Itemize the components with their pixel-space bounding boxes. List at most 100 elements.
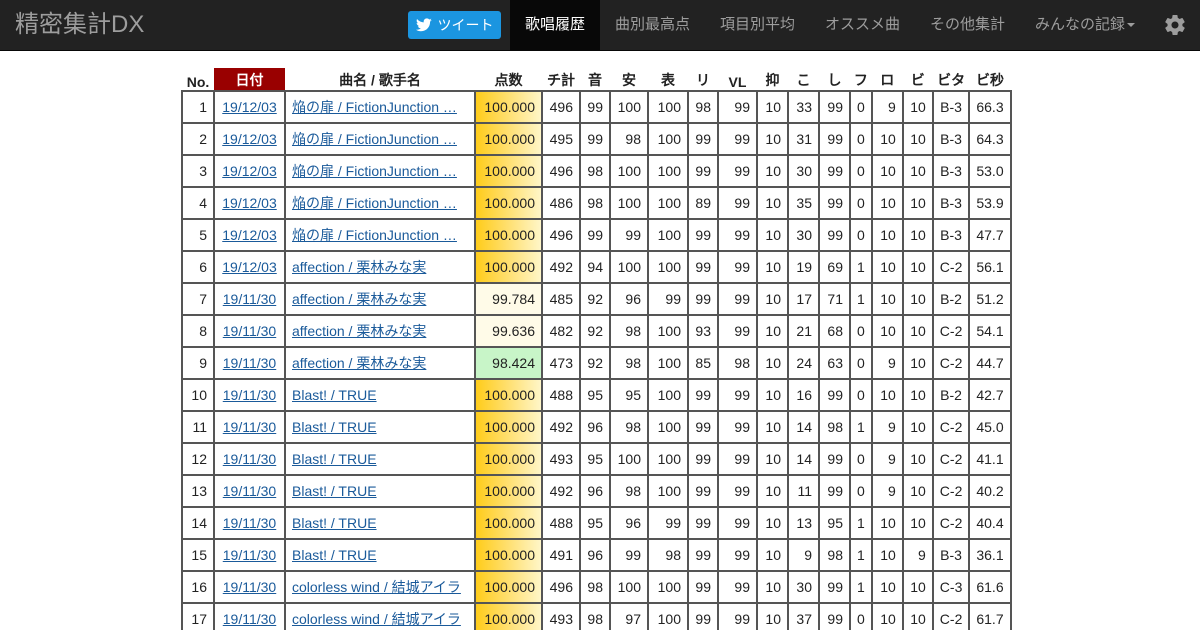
nav-everyone-records-dropdown[interactable]: みんなの記録 [1020,0,1150,50]
date-link[interactable]: 19/11/30 [223,419,276,435]
cell-song: Blast! / TRUE [284,474,476,508]
brand-logo[interactable]: 精密集計DX [15,11,144,39]
header-kobushi[interactable]: こ [788,68,819,91]
song-link[interactable]: affection / 栗林みな実 [292,259,426,275]
cell-no: 14 [181,506,215,540]
cell-vibrato-seconds: 64.3 [968,122,1012,156]
cell-fall: 0 [849,218,873,252]
cell-suppression: 10 [756,602,789,630]
date-link[interactable]: 19/11/30 [223,611,276,627]
song-link[interactable]: 焔の扉 / FictionJunction … [292,227,457,243]
cell-shakuri: 68 [818,314,851,348]
date-link[interactable]: 19/11/30 [223,451,276,467]
song-link[interactable]: 焔の扉 / FictionJunction … [292,131,457,147]
cell-stability: 100 [609,250,649,284]
cell-shakuri: 99 [818,378,851,412]
cell-rhythm: 99 [687,378,719,412]
song-link[interactable]: 焔の扉 / FictionJunction … [292,195,457,211]
header-rhythm[interactable]: リ [688,68,718,91]
cell-song: affection / 栗林みな実 [284,282,476,316]
nav-recommended[interactable]: オススメ曲 [810,0,915,50]
cell-kobushi: 30 [787,218,820,252]
date-link[interactable]: 19/12/03 [222,99,277,115]
cell-song: affection / 栗林みな実 [284,346,476,380]
cell-vibrato-type: B-3 [931,186,971,220]
song-link[interactable]: Blast! / TRUE [292,483,377,499]
tweet-button[interactable]: ツイート [408,11,501,39]
header-score[interactable]: 点数 [475,68,542,91]
song-link[interactable]: colorless wind / 結城アイラ [292,611,461,627]
cell-score: 100.000 [474,602,543,630]
date-link[interactable]: 19/12/03 [222,227,277,243]
cell-no: 4 [181,186,215,220]
date-link[interactable]: 19/11/30 [223,579,276,595]
cell-fall: 0 [849,154,873,188]
cell-pitch: 96 [579,410,611,444]
date-link[interactable]: 19/12/03 [222,259,277,275]
header-pitch[interactable]: 音 [580,68,610,91]
song-link[interactable]: Blast! / TRUE [292,547,377,563]
cell-song: Blast! / TRUE [284,538,476,572]
nav-other-stats[interactable]: その他集計 [915,0,1020,50]
cell-chart-total: 482 [541,314,581,348]
song-link[interactable]: Blast! / TRUE [292,451,377,467]
table-row: 5 19/12/03 焔の扉 / FictionJunction … 100.000 4… [181,218,1012,252]
cell-stability: 98 [609,122,649,156]
song-link[interactable]: affection / 栗林みな実 [292,355,426,371]
cell-vibrato: 10 [901,186,934,220]
song-link[interactable]: 焔の扉 / FictionJunction … [292,163,457,179]
header-shakuri[interactable]: し [819,68,850,91]
header-vibrato-type[interactable]: ビタ [933,68,970,91]
cell-pitch: 96 [579,474,611,508]
date-link[interactable]: 19/12/03 [222,195,277,211]
header-song[interactable]: 曲名 / 歌手名 [285,68,475,91]
header-vibrato[interactable]: ビ [903,68,933,91]
header-date[interactable]: 日付 [214,68,285,91]
cell-stability: 98 [609,410,649,444]
date-link[interactable]: 19/11/30 [223,355,276,371]
cell-chart-total: 493 [541,442,581,476]
date-link[interactable]: 19/11/30 [223,291,276,307]
song-link[interactable]: colorless wind / 結城アイラ [292,579,461,595]
song-link[interactable]: affection / 栗林みな実 [292,323,426,339]
header-suppression[interactable]: 抑 [757,68,788,91]
song-link[interactable]: Blast! / TRUE [292,419,377,435]
date-link[interactable]: 19/11/30 [223,387,276,403]
gear-icon[interactable] [1163,13,1187,37]
cell-vibrato: 10 [901,506,934,540]
header-long[interactable]: ロ [872,68,903,91]
cell-kobushi: 30 [787,570,820,604]
header-vibrato-seconds[interactable]: ビ秒 [969,68,1010,91]
cell-suppression: 10 [756,218,789,252]
header-chart-total[interactable]: チ計 [542,68,580,91]
header-no[interactable]: No. [182,68,214,91]
header-fall[interactable]: フ [850,68,872,91]
nav-best-per-song[interactable]: 曲別最高点 [600,0,705,50]
nav-item-average[interactable]: 項目別平均 [705,0,810,50]
cell-fall: 1 [849,538,873,572]
cell-suppression: 10 [756,282,789,316]
cell-song: affection / 栗林みな実 [284,250,476,284]
date-link[interactable]: 19/11/30 [223,515,276,531]
nav-history[interactable]: 歌唱履歴 [510,0,600,50]
cell-pitch: 94 [579,250,611,284]
cell-kobushi: 11 [787,474,820,508]
date-link[interactable]: 19/11/30 [223,547,276,563]
date-link[interactable]: 19/11/30 [223,323,276,339]
cell-vibrato: 10 [901,570,934,604]
song-link[interactable]: 焔の扉 / FictionJunction … [292,99,457,115]
cell-suppression: 10 [756,410,789,444]
song-link[interactable]: Blast! / TRUE [292,515,377,531]
header-expression[interactable]: 表 [648,68,688,91]
cell-score: 100.000 [474,378,543,412]
song-link[interactable]: affection / 栗林みな実 [292,291,426,307]
cell-pitch: 92 [579,282,611,316]
date-link[interactable]: 19/12/03 [222,131,277,147]
song-link[interactable]: Blast! / TRUE [292,387,377,403]
date-link[interactable]: 19/11/30 [223,483,276,499]
header-stability[interactable]: 安 [610,68,648,91]
cell-rhythm: 93 [687,314,719,348]
header-vl[interactable]: VL [718,68,757,91]
cell-fall: 1 [849,282,873,316]
date-link[interactable]: 19/12/03 [222,163,277,179]
